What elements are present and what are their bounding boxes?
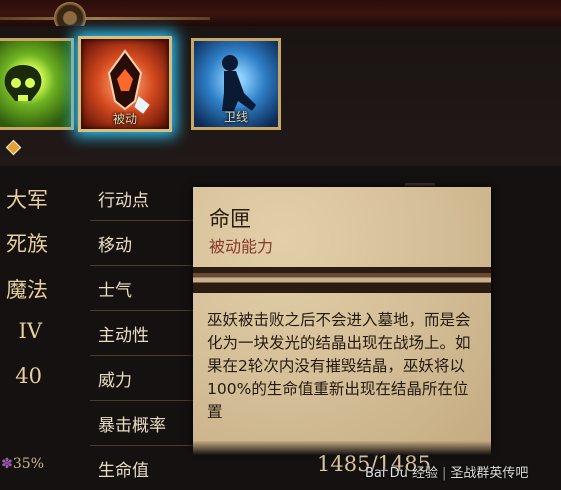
- watermark-baidu: Bai Du 经验: [365, 466, 439, 481]
- skill-slot-passive[interactable]: 被动: [78, 36, 172, 132]
- attr-power: 威力: [90, 356, 194, 401]
- tier-value: IV: [18, 319, 42, 343]
- skill-label: 卫线: [223, 110, 248, 124]
- watermark-forum: 圣战群英传吧: [450, 466, 529, 481]
- level-value: 40: [15, 364, 42, 388]
- attr-crit-chance: 暴击概率: [90, 401, 194, 446]
- skill-slot-guard[interactable]: 卫线: [191, 38, 281, 130]
- faction-value: 大军: [6, 188, 48, 212]
- flower-icon: ✽: [1, 456, 13, 472]
- attr-morale: 士气: [90, 266, 194, 311]
- green-skull-icon: [4, 65, 42, 101]
- attr-label: 主动性: [98, 326, 149, 346]
- watermark-separator: |: [442, 466, 447, 481]
- attr-label: 行动点: [98, 191, 149, 211]
- attribute-list: 行动点 移动 士气 主动性 威力 暴击概率 生命值: [90, 176, 200, 486]
- attr-hp: 生命值: [90, 446, 194, 490]
- percent-value: ✽35%: [1, 456, 44, 472]
- watermark: Bai Du 经验 | 圣战群英传吧: [365, 462, 528, 481]
- tooltip-torn-edge: [193, 441, 491, 455]
- attr-initiative: 主动性: [90, 311, 194, 356]
- unit-summary-column: 大军 死族 魔法 IV 40 ✽35%: [0, 176, 50, 486]
- divider: [405, 183, 435, 186]
- tooltip-divider-band: [193, 267, 491, 293]
- skill-slot-1[interactable]: [0, 38, 74, 130]
- ability-tooltip: 命匣 被动能力 巫妖被击败之后不会进入墓地，而是会化为一块发光的结晶出现在战场上…: [193, 187, 491, 455]
- attr-label: 移动: [98, 236, 132, 256]
- race-value: 死族: [6, 232, 48, 256]
- tooltip-title: 命匣: [209, 207, 251, 231]
- attr-label: 威力: [98, 371, 132, 391]
- attr-action-points: 行动点: [90, 176, 194, 221]
- tooltip-subtitle: 被动能力: [209, 237, 274, 256]
- attr-label: 士气: [98, 281, 132, 301]
- top-bar: [0, 0, 561, 34]
- attr-label: 暴击概率: [98, 416, 166, 436]
- skill-label: 被动: [112, 112, 137, 126]
- type-value: 魔法: [6, 278, 48, 302]
- tooltip-description: 巫妖被击败之后不会进入墓地，而是会化为一块发光的结晶出现在战场上。如果在2轮次内…: [207, 311, 471, 421]
- top-ornament-line: [0, 17, 210, 20]
- attr-label: 生命值: [98, 461, 149, 481]
- attr-movement: 移动: [90, 221, 194, 266]
